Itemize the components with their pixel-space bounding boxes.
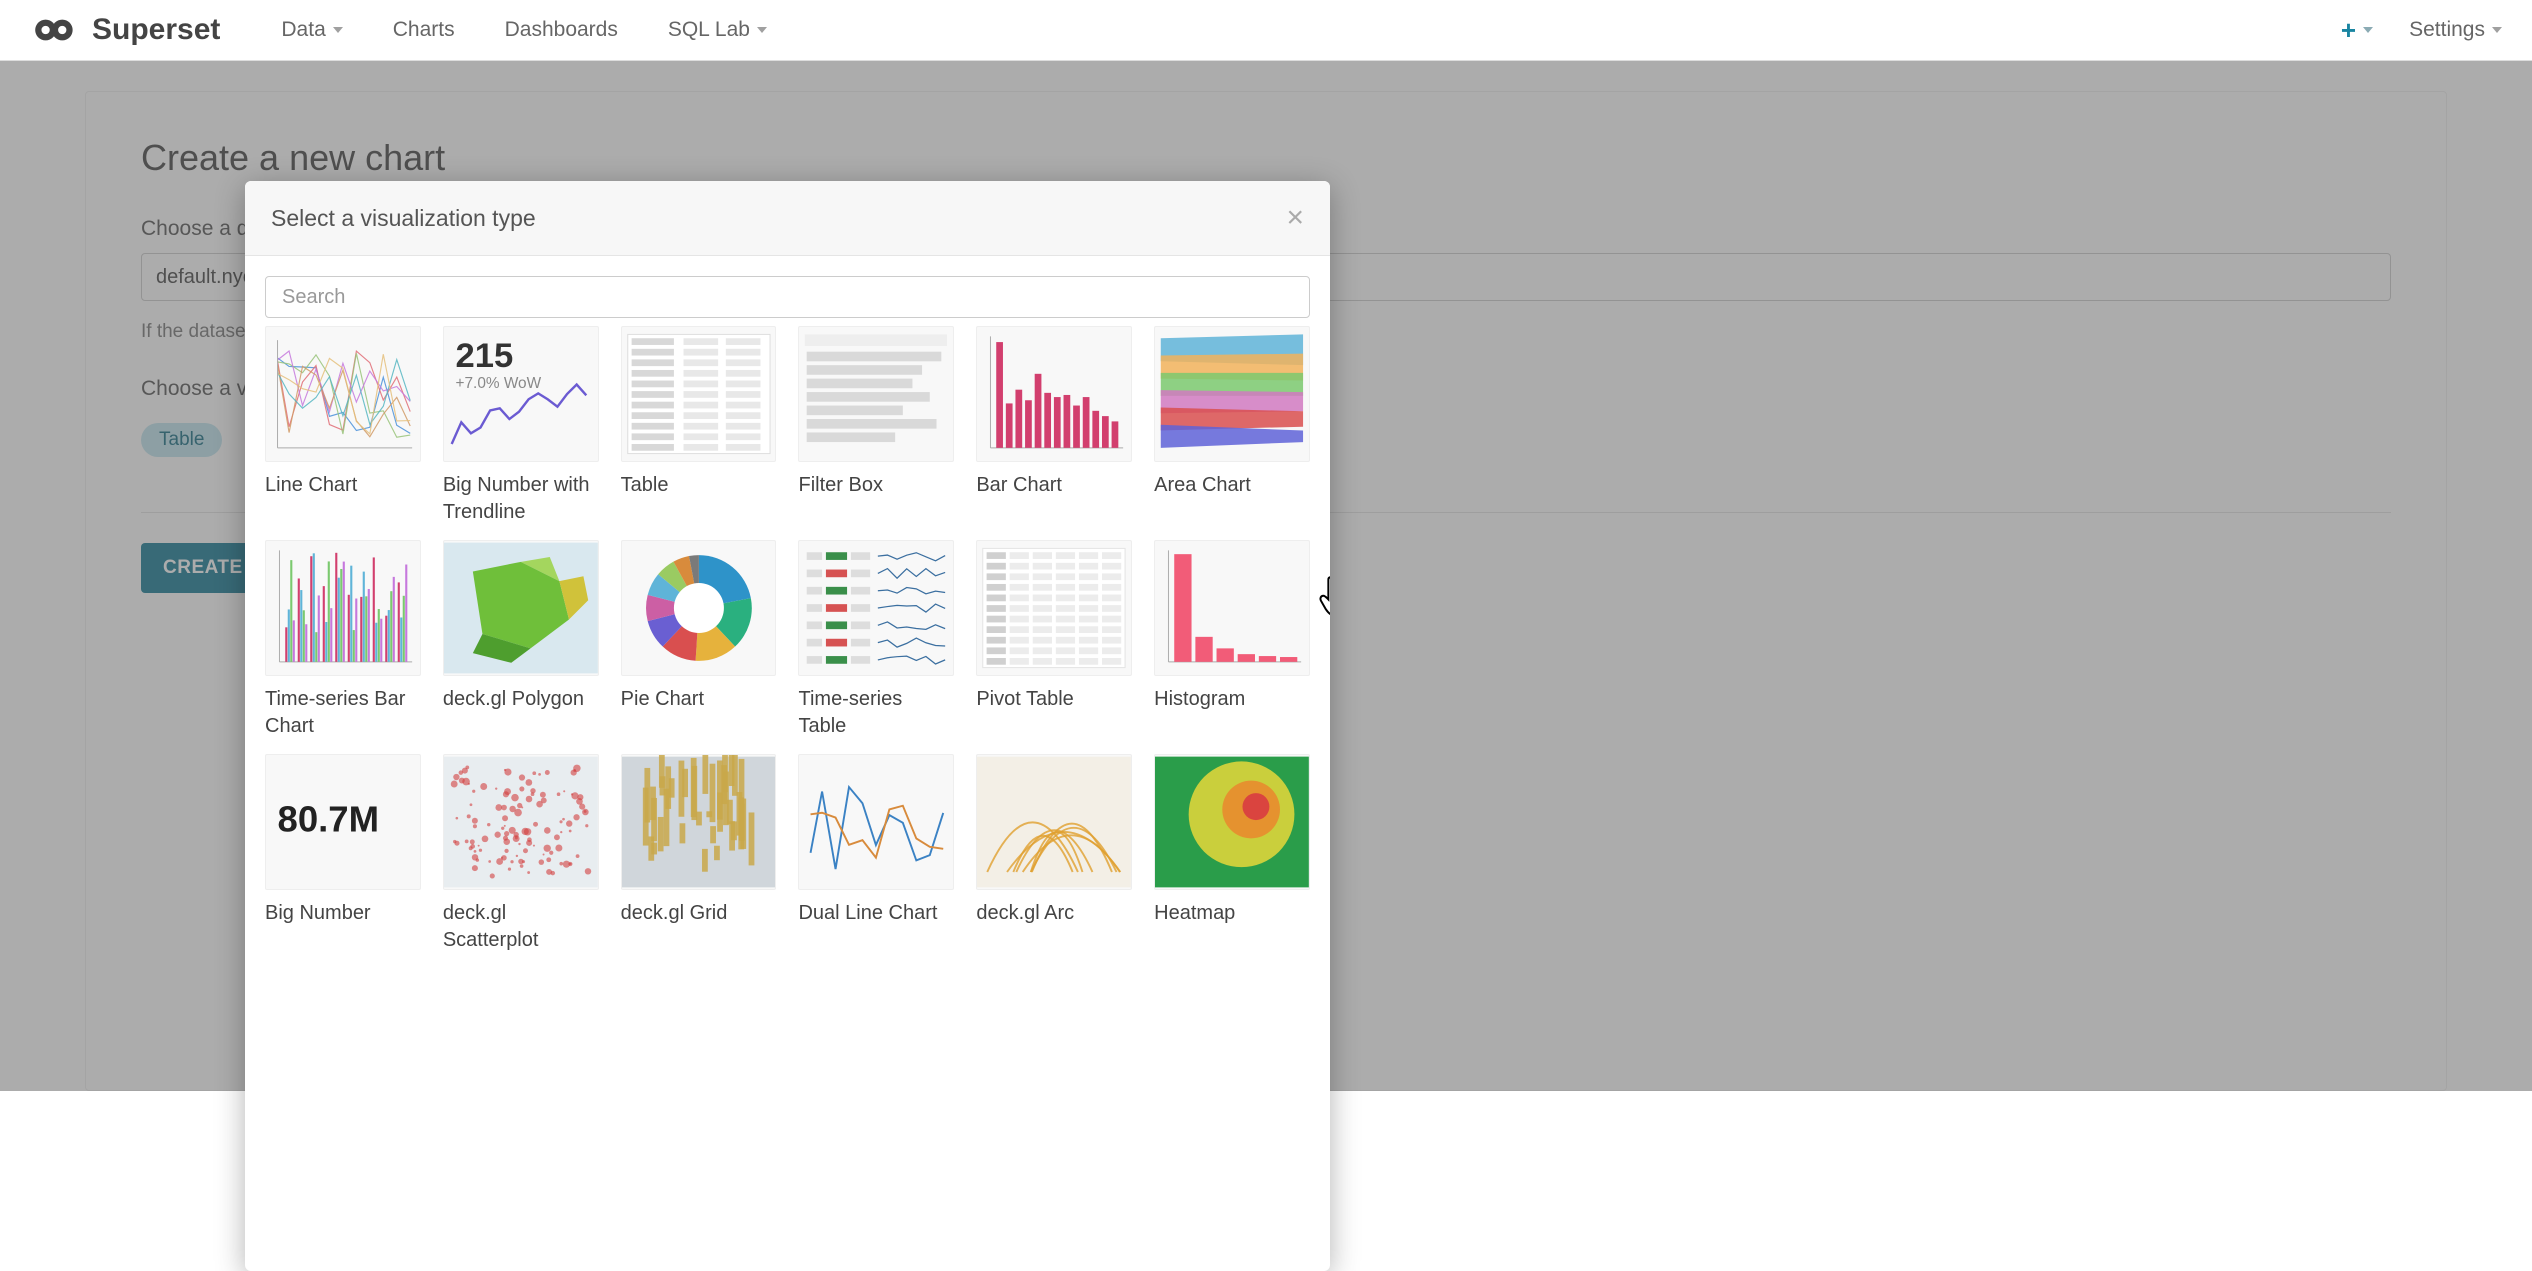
viz-type-card[interactable]: Pie Chart [621,540,777,740]
plus-icon: + [2341,15,2356,46]
viz-type-label: Dual Line Chart [798,900,954,954]
viz-type-card[interactable]: Pivot Table [976,540,1132,740]
nav-charts-label: Charts [393,18,455,42]
chevron-down-icon [757,27,767,33]
viz-type-label: Pie Chart [621,686,777,740]
viz-type-label: Line Chart [265,472,421,526]
viz-thumbnail [1154,540,1310,676]
nav-sqllab[interactable]: SQL Lab [668,18,767,42]
viz-type-label: Heatmap [1154,900,1310,954]
viz-type-card[interactable]: Bar Chart [976,326,1132,526]
viz-thumbnail [265,326,421,462]
modal-body: Line Chart 215+7.0% WoW Big Number with Tr… [245,256,1330,1271]
viz-type-card[interactable]: Time-series Bar Chart [265,540,421,740]
viz-type-label: Time-series Table [798,686,954,740]
viz-type-card[interactable]: Line Chart [265,326,421,526]
viz-thumbnail [976,326,1132,462]
viz-grid: Line Chart 215+7.0% WoW Big Number with Tr… [265,326,1310,954]
add-button[interactable]: + [2341,15,2373,46]
nav-data-label: Data [281,18,325,42]
viz-type-label: Time-series Bar Chart [265,686,421,740]
svg-text:80.7M: 80.7M [278,799,380,840]
viz-type-label: Histogram [1154,686,1310,740]
chevron-down-icon [2363,27,2373,33]
brand[interactable]: Superset [30,13,220,47]
brand-name: Superset [92,13,220,47]
viz-thumbnail [798,540,954,676]
viz-type-label: deck.gl Grid [621,900,777,954]
viz-thumbnail [443,540,599,676]
chevron-down-icon [333,27,343,33]
viz-picker-modal: Select a visualization type × Line Chart… [245,181,1330,1271]
viz-type-label: Filter Box [798,472,954,526]
viz-type-label: Pivot Table [976,686,1132,740]
viz-thumbnail [798,326,954,462]
modal-header: Select a visualization type × [245,181,1330,256]
viz-thumbnail: 80.7M [265,754,421,890]
viz-type-card[interactable]: 80.7M Big Number [265,754,421,954]
viz-type-label: deck.gl Scatterplot [443,900,599,954]
viz-type-card[interactable]: Heatmap [1154,754,1310,954]
viz-thumbnail [976,754,1132,890]
search-input[interactable] [265,276,1310,318]
svg-text:+7.0% WoW: +7.0% WoW [455,375,541,392]
viz-type-card[interactable]: Area Chart [1154,326,1310,526]
navbar: Superset Data Charts Dashboards SQL Lab … [0,0,2532,61]
viz-thumbnail: 215+7.0% WoW [443,326,599,462]
page-body: Create a new chart Choose a dataset defa… [0,61,2532,1091]
nav-dashboards[interactable]: Dashboards [505,18,618,42]
viz-type-card[interactable]: Dual Line Chart [798,754,954,954]
viz-type-card[interactable]: deck.gl Grid [621,754,777,954]
viz-type-card[interactable]: Filter Box [798,326,954,526]
viz-thumbnail [621,754,777,890]
viz-type-label: Big Number with Trendline [443,472,599,526]
viz-thumbnail [798,754,954,890]
nav-dashboards-label: Dashboards [505,18,618,42]
viz-type-label: Area Chart [1154,472,1310,526]
svg-text:215: 215 [455,337,513,375]
viz-type-label: Big Number [265,900,421,954]
nav-settings-label: Settings [2409,18,2485,42]
nav-data[interactable]: Data [281,18,342,42]
viz-type-label: Table [621,472,777,526]
modal-title: Select a visualization type [271,205,536,232]
chevron-down-icon [2492,27,2502,33]
viz-thumbnail [265,540,421,676]
viz-type-label: deck.gl Polygon [443,686,599,740]
nav-settings[interactable]: Settings [2409,18,2502,42]
viz-thumbnail [1154,754,1310,890]
viz-type-card[interactable]: deck.gl Arc [976,754,1132,954]
viz-type-card[interactable]: deck.gl Scatterplot [443,754,599,954]
viz-type-card[interactable]: deck.gl Polygon [443,540,599,740]
viz-type-card[interactable]: Histogram [1154,540,1310,740]
nav-sqllab-label: SQL Lab [668,18,750,42]
close-icon[interactable]: × [1286,203,1304,233]
logo-icon [30,16,82,44]
viz-type-label: deck.gl Arc [976,900,1132,954]
nav-charts[interactable]: Charts [393,18,455,42]
viz-type-card[interactable]: Time-series Table [798,540,954,740]
viz-type-card[interactable]: Table [621,326,777,526]
viz-type-label: Bar Chart [976,472,1132,526]
viz-thumbnail [1154,326,1310,462]
viz-thumbnail [976,540,1132,676]
viz-thumbnail [443,754,599,890]
viz-thumbnail [621,540,777,676]
viz-thumbnail [621,326,777,462]
viz-type-card[interactable]: 215+7.0% WoW Big Number with Trendline [443,326,599,526]
